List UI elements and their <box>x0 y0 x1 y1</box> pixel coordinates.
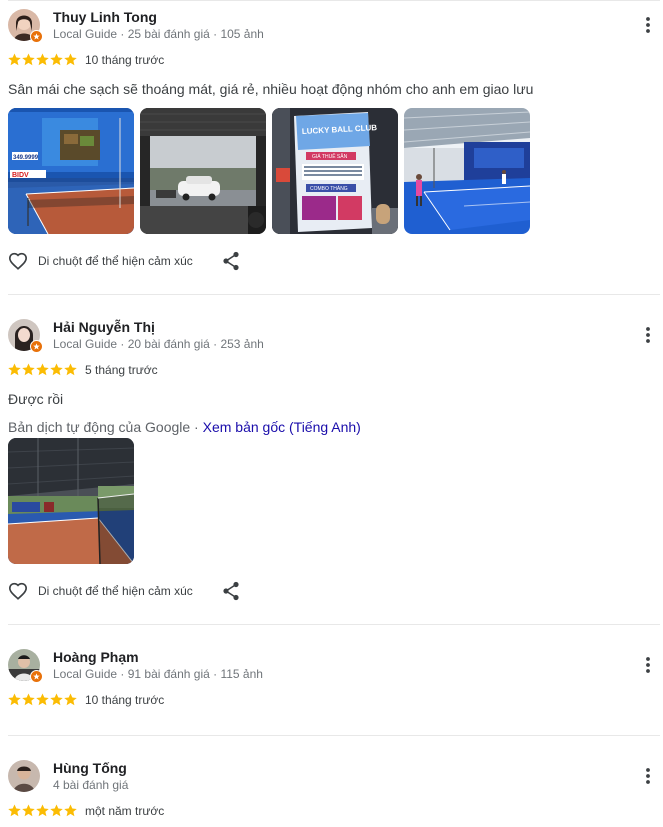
star-icon <box>22 693 35 706</box>
svg-text:BIDV: BIDV <box>12 172 29 179</box>
share-button[interactable] <box>222 581 240 606</box>
react-label: Di chuột để thể hiện cảm xúc <box>38 254 193 268</box>
star-rating <box>8 693 77 706</box>
review-date: 10 tháng trước <box>85 693 165 707</box>
star-icon <box>36 53 49 66</box>
star-icon <box>36 804 49 817</box>
reviewer-name[interactable]: Hoàng Phạm <box>53 649 139 665</box>
star-rating <box>8 53 77 66</box>
review-photo[interactable]: LUCKY BALL CLUB GIÁ THUÊ SÂN COMBO THÁNG <box>272 108 398 234</box>
star-icon <box>50 363 63 376</box>
reviewer-name[interactable]: Thuy Linh Tong <box>53 9 157 25</box>
react-label: Di chuột để thể hiện cảm xúc <box>38 584 193 598</box>
reviewer-meta: Local Guide · 25 bài đánh giá · 105 ảnh <box>53 27 264 41</box>
star-icon <box>8 53 21 66</box>
review-photos <box>8 438 134 564</box>
reviewer-meta: Local Guide · 91 bài đánh giá · 115 ảnh <box>53 667 263 681</box>
react-button[interactable]: Di chuột để thể hiện cảm xúc <box>8 252 193 270</box>
more-vert-icon <box>646 327 650 343</box>
reviewer-meta: 4 bài đánh giá <box>53 778 129 792</box>
local-guide-badge-icon <box>30 670 43 683</box>
star-icon <box>64 693 77 706</box>
review-photos: 349.9999 BIDV LUCKY BALL CLUB GIÁ THUÊ S… <box>8 108 530 234</box>
share-button[interactable] <box>222 251 240 276</box>
review-actions: Di chuột để thể hiện cảm xúc <box>8 251 239 271</box>
review-photo[interactable]: 349.9999 BIDV <box>8 108 134 234</box>
divider <box>8 0 660 1</box>
star-rating <box>8 804 77 817</box>
heart-outline-icon <box>8 582 28 600</box>
review-photo[interactable] <box>404 108 530 234</box>
star-icon <box>64 804 77 817</box>
review-photo[interactable] <box>140 108 266 234</box>
review-date: 10 tháng trước <box>85 53 165 67</box>
reviewer-name[interactable]: Hùng Tống <box>53 760 127 776</box>
reviewer-name[interactable]: Hải Nguyễn Thị <box>53 319 155 335</box>
star-icon <box>8 363 21 376</box>
share-icon <box>223 581 239 601</box>
star-icon <box>22 804 35 817</box>
divider <box>8 735 660 736</box>
reviewer-meta: Local Guide · 20 bài đánh giá · 253 ảnh <box>53 337 264 351</box>
poster-price-heading: GIÁ THUÊ SÂN <box>312 152 348 160</box>
more-vert-icon <box>646 17 650 33</box>
star-icon <box>22 53 35 66</box>
more-vert-icon <box>646 657 650 673</box>
star-icon <box>64 53 77 66</box>
review-date: 5 tháng trước <box>85 363 158 377</box>
review-text: Sân mái che sạch sẽ thoáng mát, giá rẻ, … <box>8 81 534 97</box>
react-button[interactable]: Di chuột để thể hiện cảm xúc <box>8 582 193 600</box>
more-vert-icon <box>646 768 650 784</box>
star-icon <box>36 363 49 376</box>
poster-promo-heading: COMBO THÁNG <box>310 185 348 192</box>
star-icon <box>50 53 63 66</box>
banner-number: 349.9999 <box>13 155 39 161</box>
divider <box>8 624 660 625</box>
avatar[interactable] <box>8 649 43 683</box>
review-text: Được rồi <box>8 391 64 407</box>
heart-outline-icon <box>8 252 28 270</box>
star-icon <box>64 363 77 376</box>
star-icon <box>8 693 21 706</box>
more-options-button[interactable] <box>636 13 660 37</box>
avatar[interactable] <box>8 9 43 43</box>
star-icon <box>8 804 21 817</box>
view-original-link[interactable]: Xem bản gốc (Tiếng Anh) <box>203 419 361 435</box>
share-icon <box>223 251 239 271</box>
star-icon <box>50 804 63 817</box>
more-options-button[interactable] <box>636 323 660 347</box>
avatar[interactable] <box>8 319 43 353</box>
star-rating <box>8 363 77 376</box>
local-guide-badge-icon <box>30 30 43 43</box>
star-icon <box>36 693 49 706</box>
local-guide-badge-icon <box>30 340 43 353</box>
star-icon <box>22 363 35 376</box>
review-photo[interactable] <box>8 438 134 564</box>
translation-note: Bản dịch tự động của Google · Xem bản gố… <box>8 419 361 435</box>
review-date: một năm trước <box>85 804 165 818</box>
review-actions: Di chuột để thể hiện cảm xúc <box>8 581 239 601</box>
more-options-button[interactable] <box>636 764 660 788</box>
translation-prefix: Bản dịch tự động của Google · <box>8 419 203 435</box>
divider <box>8 294 660 295</box>
avatar[interactable] <box>8 760 40 792</box>
more-options-button[interactable] <box>636 653 660 677</box>
star-icon <box>50 693 63 706</box>
